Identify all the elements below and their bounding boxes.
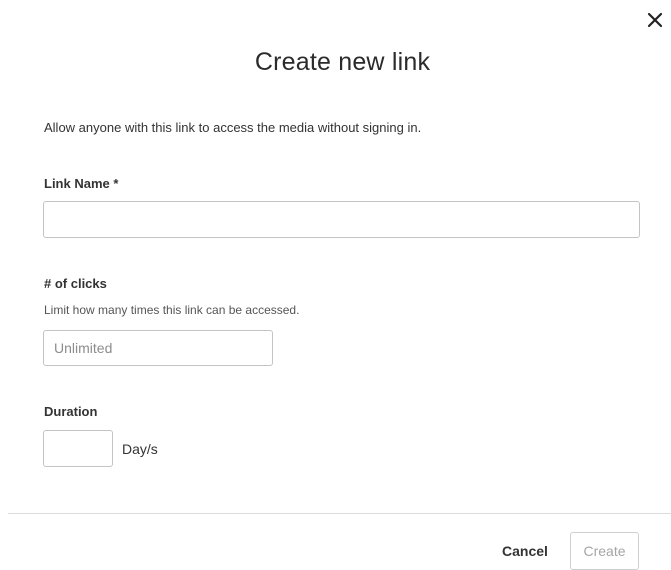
link-name-input[interactable] bbox=[43, 201, 640, 238]
footer-divider bbox=[8, 513, 671, 514]
dialog-title: Create new link bbox=[254, 48, 431, 76]
clicks-hint: Limit how many times this link can be ac… bbox=[44, 303, 300, 317]
duration-unit-label: Day/s bbox=[122, 441, 158, 457]
clicks-label: # of clicks bbox=[44, 276, 107, 291]
close-button[interactable] bbox=[645, 10, 665, 30]
create-button[interactable]: Create bbox=[570, 532, 639, 570]
close-icon bbox=[645, 10, 665, 30]
create-link-dialog: Create new link Allow anyone with this l… bbox=[0, 0, 671, 570]
cancel-button[interactable]: Cancel bbox=[494, 536, 556, 566]
duration-label: Duration bbox=[44, 404, 98, 419]
link-name-label: Link Name * bbox=[44, 176, 119, 191]
clicks-input[interactable] bbox=[43, 330, 273, 366]
duration-input[interactable] bbox=[43, 430, 113, 467]
dialog-description: Allow anyone with this link to access th… bbox=[44, 120, 422, 135]
